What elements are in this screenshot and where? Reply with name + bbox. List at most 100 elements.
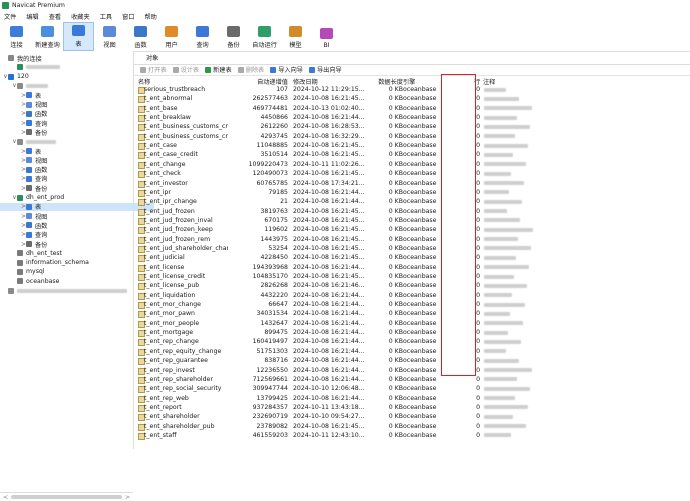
toolbar-button-3[interactable]: 视图 — [94, 22, 125, 51]
table-cell: 2024-10-08 16:28:53... — [293, 123, 365, 131]
table-row[interactable]: t_ent_check 120490073 2024-10-08 16:21:45.… — [134, 169, 690, 179]
table-cell: t_ent_rep_invest — [144, 366, 195, 374]
menu-item-4[interactable]: 工具 — [100, 12, 112, 21]
table-row[interactable]: t_ent_jud_shareholder_change 53254 2024-10… — [134, 244, 690, 253]
tab-objects[interactable]: 对象 — [146, 53, 158, 62]
table-row[interactable]: t_ent_rep_shareholder 712569661 2024-10-08… — [134, 375, 690, 384]
menu-item-2[interactable]: 查看 — [49, 12, 61, 21]
toolbar-button-6[interactable]: 查询 — [187, 22, 218, 51]
table-row[interactable]: t_ent_rep_invest 12236550 2024-10-08 16:21… — [134, 366, 690, 375]
tree-item[interactable]: > 表 — [0, 202, 154, 211]
table-row[interactable]: t_ent_abnormal 262577463 2024-10-08 16:21:… — [134, 94, 690, 104]
scroll-thumb[interactable] — [11, 495, 122, 499]
menu-item-6[interactable]: 帮助 — [144, 12, 156, 21]
object-toolbar-button-4[interactable]: 导入向导 — [270, 65, 303, 74]
toolbar-button-4[interactable]: 函数 — [125, 22, 156, 51]
table-row[interactable]: t_ent_ipr 79185 2024-10-08 16:21:44... 0 KB… — [134, 188, 690, 197]
table-row[interactable]: t_ent_rep_social_security 309947744 2024-1… — [134, 384, 690, 394]
tree-item[interactable]: > 视图 — [0, 101, 154, 109]
table-row[interactable]: t_ent_change 1099220473 2024-10-11 11:02:2… — [134, 160, 690, 169]
object-toolbar-button-2[interactable]: 新建表 — [205, 65, 232, 74]
tree-item[interactable]: > 函数 — [0, 166, 154, 174]
table-row[interactable]: t_ent_liquidation 4432220 2024-10-08 16:21… — [134, 291, 690, 300]
table-row[interactable]: t_ent_rep_guarantee 838716 2024-10-08 16:2… — [134, 356, 690, 366]
scroll-right-icon[interactable]: > — [125, 494, 130, 501]
tree-item[interactable]: > 视图 — [0, 156, 154, 165]
table-row[interactable]: t_ent_license 194393968 2024-10-08 16:21:4… — [134, 263, 690, 272]
table-row[interactable]: t_ent_case_credit 3510514 2024-10-08 16:21… — [134, 150, 690, 160]
table-row[interactable]: t_ent_judicial 4228450 2024-10-08 16:21:45… — [134, 253, 690, 263]
table-row[interactable]: t_ent_investor 60765785 2024-10-08 17:34:2… — [134, 179, 690, 188]
table-row[interactable]: t_ent_shareholder 232690719 2024-10-10 09:… — [134, 412, 690, 422]
toolbar-button-7[interactable]: 备份 — [218, 22, 249, 51]
tree-item[interactable]: > 备份 — [0, 128, 154, 137]
tree-item[interactable]: information_schema — [0, 259, 145, 267]
tree-item[interactable]: > 备份 — [0, 184, 154, 193]
tree-horizontal-scrollbar[interactable]: < > — [0, 492, 133, 501]
table-row[interactable]: t_ent_mortgage 899475 2024-10-08 16:21:44.… — [134, 328, 690, 338]
menu-item-3[interactable]: 收藏夹 — [71, 12, 90, 21]
table-row[interactable]: t_ent_license_credit 104835170 2024-10-08 … — [134, 272, 690, 281]
table-cell: 2024-10-08 16:21:44... — [293, 394, 365, 402]
query-grid-icon — [196, 26, 209, 37]
tree-item[interactable] — [0, 63, 145, 71]
object-toolbar-button-0[interactable]: 打开表 — [140, 65, 167, 74]
toolbar-label: 视图 — [103, 42, 116, 49]
table-row[interactable]: t_ent_mor_change 66647 2024-10-08 16:21:44… — [134, 300, 690, 310]
table-row[interactable]: t_ent_business_customs_credit_rating 4293… — [134, 132, 690, 141]
table-row[interactable]: t_ent_staff 461559203 2024-10-11 12:43:10.… — [134, 431, 690, 440]
menu-item-0[interactable]: 文件 — [4, 12, 16, 21]
menu-item-1[interactable]: 编辑 — [26, 12, 38, 21]
tree-item[interactable]: ∨ — [0, 138, 145, 146]
object-toolbar-button-1[interactable]: 设计表 — [172, 65, 199, 74]
table-row[interactable]: t_ent_breaklaw 4450866 2024-10-08 16:21:44… — [134, 113, 690, 123]
toolbar-button-0[interactable]: 连接 — [1, 22, 32, 51]
toolbar-button-9[interactable]: 模型 — [280, 22, 311, 51]
menu-item-5[interactable]: 窗口 — [122, 12, 134, 21]
toolbar-button-8[interactable]: 自动运行 — [249, 22, 280, 51]
tree-item[interactable] — [0, 287, 136, 295]
table-row[interactable]: serious_trustbreach 107 2024-10-12 11:29:1… — [134, 85, 690, 94]
object-toolbar-button-5[interactable]: 导出向导 — [309, 65, 342, 74]
scroll-left-icon[interactable]: < — [3, 494, 8, 501]
table-row[interactable]: t_ent_shareholder_pub 23789082 2024-10-08 … — [134, 422, 690, 431]
toolbar-button-2[interactable]: 表 — [63, 22, 94, 51]
tree-item[interactable]: dh_ent_test — [0, 249, 145, 257]
tree-item[interactable]: > 函数 — [0, 221, 154, 230]
table-row[interactable]: t_ent_case 11048885 2024-10-08 16:21:45...… — [134, 141, 690, 151]
tree-item[interactable]: ∨ dh_ent_prod — [0, 194, 145, 202]
tree-item[interactable]: > 表 — [0, 147, 154, 156]
table-row[interactable]: t_ent_business_customs_credit 2612260 2024… — [134, 122, 690, 132]
table-row[interactable]: t_ent_base 469774481 2024-10-13 01:02:40..… — [134, 104, 690, 113]
redacted-comment — [484, 293, 512, 298]
table-cell: serious_trustbreach — [144, 86, 206, 93]
tree-item[interactable]: > 备份 — [0, 240, 154, 249]
tree-item[interactable]: ∨ — [0, 82, 145, 90]
tree-item[interactable]: > 函数 — [0, 110, 154, 118]
table-row[interactable]: t_ent_mor_pawn 34031534 2024-10-08 16:21:4… — [134, 309, 690, 319]
tree-item[interactable]: 我的连接 — [0, 54, 136, 63]
table-row[interactable]: t_ent_jud_frozen_keep 119602 2024-10-08 16… — [134, 225, 690, 235]
tree-item[interactable]: > 视图 — [0, 212, 154, 221]
tree-item[interactable]: oceanbase — [0, 277, 145, 285]
table-row[interactable]: t_ent_jud_frozen 3819763 2024-10-08 16:21:… — [134, 207, 690, 216]
tree-item[interactable]: mysql — [0, 268, 145, 276]
tree-item[interactable]: > 查询 — [0, 119, 154, 128]
tree-item[interactable]: > 表 — [0, 91, 154, 100]
table-row[interactable]: t_ent_report 937284357 2024-10-11 13:43:18… — [134, 403, 690, 412]
table-row[interactable]: t_ent_ipr_change 21 2024-10-08 16:21:44...… — [134, 197, 690, 207]
tree-item[interactable]: > 查询 — [0, 231, 154, 239]
tree-item[interactable]: ∨ 120 — [0, 73, 136, 81]
table-row[interactable]: t_ent_jud_frozen_inval 670175 2024-10-08 1… — [134, 216, 690, 225]
tree-item[interactable]: > 查询 — [0, 175, 154, 183]
table-row[interactable]: t_ent_mor_people 1432647 2024-10-08 16:21:… — [134, 319, 690, 328]
toolbar-button-10[interactable]: BI — [311, 22, 342, 51]
table-row[interactable]: t_ent_jud_frozen_rem 1443975 2024-10-08 16… — [134, 235, 690, 244]
toolbar-button-1[interactable]: 新建查询 — [32, 22, 63, 51]
table-row[interactable]: t_ent_rep_change 160419497 2024-10-08 16:2… — [134, 337, 690, 347]
table-row[interactable]: t_ent_license_pub 2826268 2024-10-08 16:21… — [134, 281, 690, 291]
toolbar-button-5[interactable]: 用户 — [156, 22, 187, 51]
object-toolbar-button-3[interactable]: 删除表 — [237, 65, 264, 74]
table-row[interactable]: t_ent_rep_equity_change 51751303 2024-10-0… — [134, 347, 690, 356]
table-row[interactable]: t_ent_rep_web 13799425 2024-10-08 16:21:44… — [134, 394, 690, 403]
